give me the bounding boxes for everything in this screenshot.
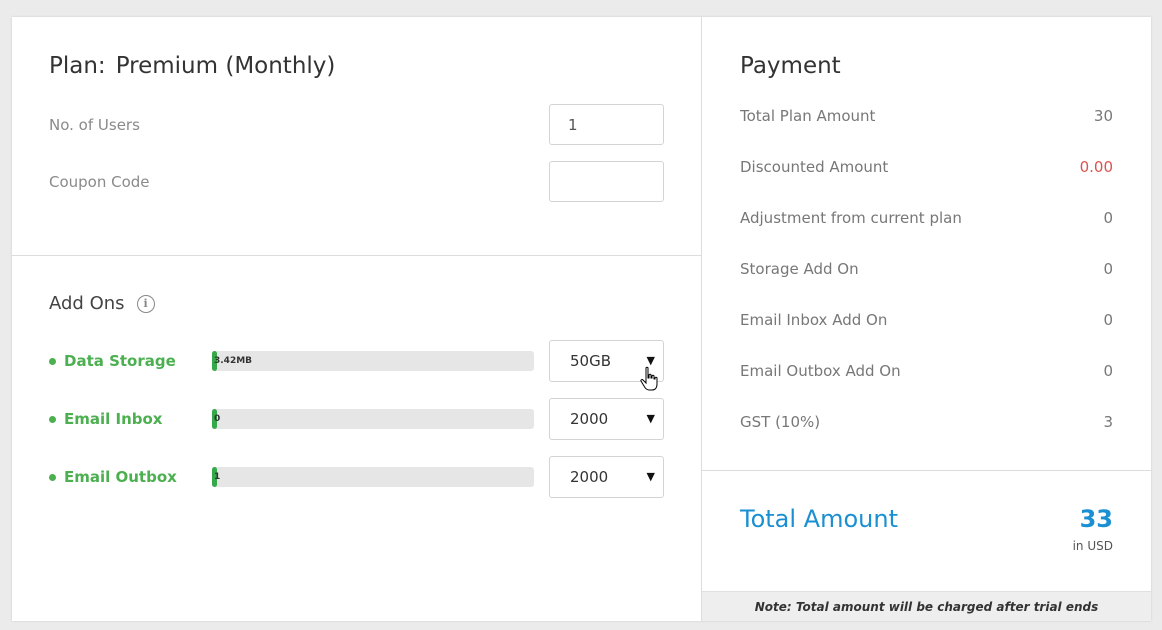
section-divider — [12, 255, 702, 256]
usage-text: 1 — [214, 472, 221, 482]
plan-title: Plan: Premium (Monthly) — [49, 53, 335, 79]
users-label: No. of Users — [49, 116, 140, 134]
plan-panel: Plan: Premium (Monthly) No. of Users Coup… — [12, 17, 702, 621]
usage-text: 3.42MB — [214, 356, 253, 366]
payment-row-value: 0 — [1103, 260, 1113, 278]
addon-name-text: Email Outbox — [64, 468, 177, 486]
payment-row-label: Discounted Amount — [740, 158, 889, 176]
payment-row-adjustment: Adjustment from current plan 0 — [740, 209, 1113, 231]
status-dot-icon — [49, 415, 56, 423]
select-value: 50GB — [570, 352, 612, 370]
addons-title: Add Ons i — [49, 293, 155, 314]
inbox-select[interactable]: 2000 ▼ — [549, 398, 664, 440]
payment-row-outbox: Email Outbox Add On 0 — [740, 362, 1113, 384]
select-value: 2000 — [570, 410, 609, 428]
users-input[interactable] — [549, 104, 664, 145]
addon-row-data-storage: Data Storage 3.42MB 50GB ▼ — [49, 340, 664, 382]
payment-row-label: Storage Add On — [740, 260, 859, 278]
total-amount-label: Total Amount — [740, 505, 898, 533]
addon-row-email-inbox: Email Inbox 0 2000 ▼ — [49, 398, 664, 440]
payment-title: Payment — [740, 53, 841, 79]
payment-row-label: Total Plan Amount — [740, 107, 876, 125]
usage-text: 0 — [214, 414, 221, 424]
subscription-card: Plan: Premium (Monthly) No. of Users Coup… — [12, 17, 1151, 621]
payment-row-label: Email Inbox Add On — [740, 311, 888, 329]
outbox-select[interactable]: 2000 ▼ — [549, 456, 664, 498]
info-icon[interactable]: i — [136, 294, 155, 313]
payment-row-value: 3 — [1103, 413, 1113, 431]
payment-row-discount: Discounted Amount 0.00 — [740, 158, 1113, 180]
usage-bar: 0 — [212, 409, 534, 429]
payment-row-label: Adjustment from current plan — [740, 209, 962, 227]
addon-name-text: Data Storage — [64, 352, 176, 370]
plan-label: Plan: — [49, 53, 106, 79]
caret-down-icon: ▼ — [646, 412, 655, 425]
coupon-label: Coupon Code — [49, 173, 150, 191]
trial-note: Note: Total amount will be charged after… — [702, 591, 1151, 621]
total-amount-unit: in USD — [1072, 539, 1113, 553]
payment-row-value: 0.00 — [1079, 158, 1113, 176]
hand-cursor-icon — [640, 366, 658, 391]
coupon-input[interactable] — [549, 161, 664, 202]
caret-down-icon: ▼ — [646, 470, 655, 483]
usage-bar: 1 — [212, 467, 534, 487]
payment-divider — [702, 470, 1151, 471]
payment-row-value: 0 — [1103, 311, 1113, 329]
payment-row-storage: Storage Add On 0 — [740, 260, 1113, 282]
addon-name-text: Email Inbox — [64, 410, 163, 428]
payment-row-inbox: Email Inbox Add On 0 — [740, 311, 1113, 333]
payment-row-value: 0 — [1103, 209, 1113, 227]
payment-row-value: 0 — [1103, 362, 1113, 380]
addon-row-email-outbox: Email Outbox 1 2000 ▼ — [49, 456, 664, 498]
payment-row-gst: GST (10%) 3 — [740, 413, 1113, 435]
status-dot-icon — [49, 357, 56, 365]
addon-name: Data Storage — [49, 340, 176, 382]
addon-name: Email Outbox — [49, 456, 177, 498]
payment-row-label: GST (10%) — [740, 413, 821, 431]
payment-row-total-plan: Total Plan Amount 30 — [740, 107, 1113, 129]
addons-title-text: Add Ons — [49, 293, 125, 314]
select-value: 2000 — [570, 468, 609, 486]
addon-name: Email Inbox — [49, 398, 162, 440]
plan-name: Premium (Monthly) — [115, 53, 336, 79]
payment-row-value: 30 — [1093, 107, 1113, 125]
usage-bar: 3.42MB — [212, 351, 534, 371]
payment-row-label: Email Outbox Add On — [740, 362, 901, 380]
total-amount-value: 33 — [1079, 505, 1113, 533]
payment-panel: Payment Total Plan Amount 30 Discounted … — [702, 17, 1151, 621]
status-dot-icon — [49, 473, 56, 481]
